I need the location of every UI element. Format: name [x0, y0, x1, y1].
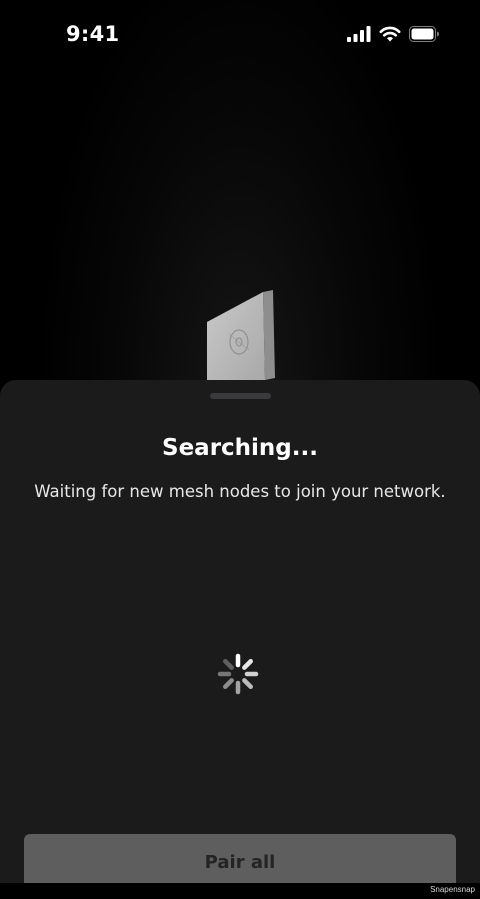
loading-spinner-icon [216, 652, 260, 696]
status-time: 9:41 [66, 22, 120, 46]
pairing-screen: 9:41 Searching... Waiting for new mesh n… [0, 0, 480, 899]
watermark: Snapensnap [430, 885, 475, 894]
footer-strip: Snapensnap [0, 883, 480, 899]
sheet-subtitle: Waiting for new mesh nodes to join your … [34, 482, 446, 501]
sheet-title: Searching... [162, 435, 318, 461]
cellular-signal-icon [347, 26, 371, 46]
status-icons [347, 26, 440, 46]
sheet-grabber[interactable] [210, 393, 271, 399]
bottom-sheet: Searching... Waiting for new mesh nodes … [0, 380, 480, 899]
wifi-icon [379, 26, 401, 46]
battery-icon [409, 26, 440, 46]
status-bar: 9:41 [0, 0, 480, 70]
mesh-node-device-icon [205, 290, 277, 385]
